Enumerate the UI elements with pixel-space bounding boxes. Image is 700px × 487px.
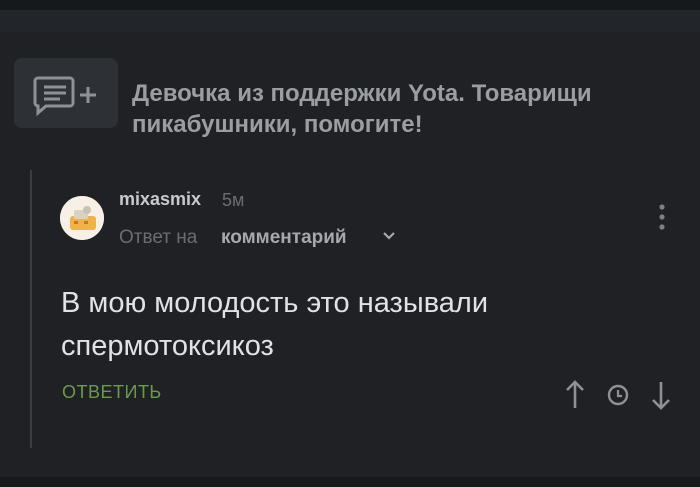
- chevron-down-icon[interactable]: [382, 231, 396, 241]
- reply-to-link[interactable]: комментарий: [221, 227, 347, 249]
- clock-icon[interactable]: [605, 378, 631, 412]
- post-title[interactable]: Девочка из поддержки Yota. Товарищи пика…: [132, 78, 662, 140]
- comment-author[interactable]: mixasmix: [119, 189, 201, 210]
- thread-line: [30, 170, 32, 448]
- more-vertical-icon[interactable]: [652, 202, 672, 232]
- arrow-up-icon[interactable]: [562, 378, 588, 412]
- reply-button[interactable]: ОТВЕТИТЬ: [62, 382, 162, 403]
- comment-text: В мою молодость это называли спермотокси…: [61, 287, 489, 362]
- post-header[interactable]: Девочка из поддержки Yota. Товарищи пика…: [14, 58, 684, 138]
- reply-to-prefix: Ответ на: [119, 227, 198, 248]
- avatar[interactable]: [60, 196, 104, 240]
- bottom-bar: [0, 477, 700, 487]
- arrow-down-icon[interactable]: [648, 378, 674, 412]
- comment-time: 5м: [222, 190, 245, 210]
- status-bar: [0, 0, 700, 10]
- add-comment-icon[interactable]: [14, 58, 118, 128]
- top-divider: [0, 10, 700, 32]
